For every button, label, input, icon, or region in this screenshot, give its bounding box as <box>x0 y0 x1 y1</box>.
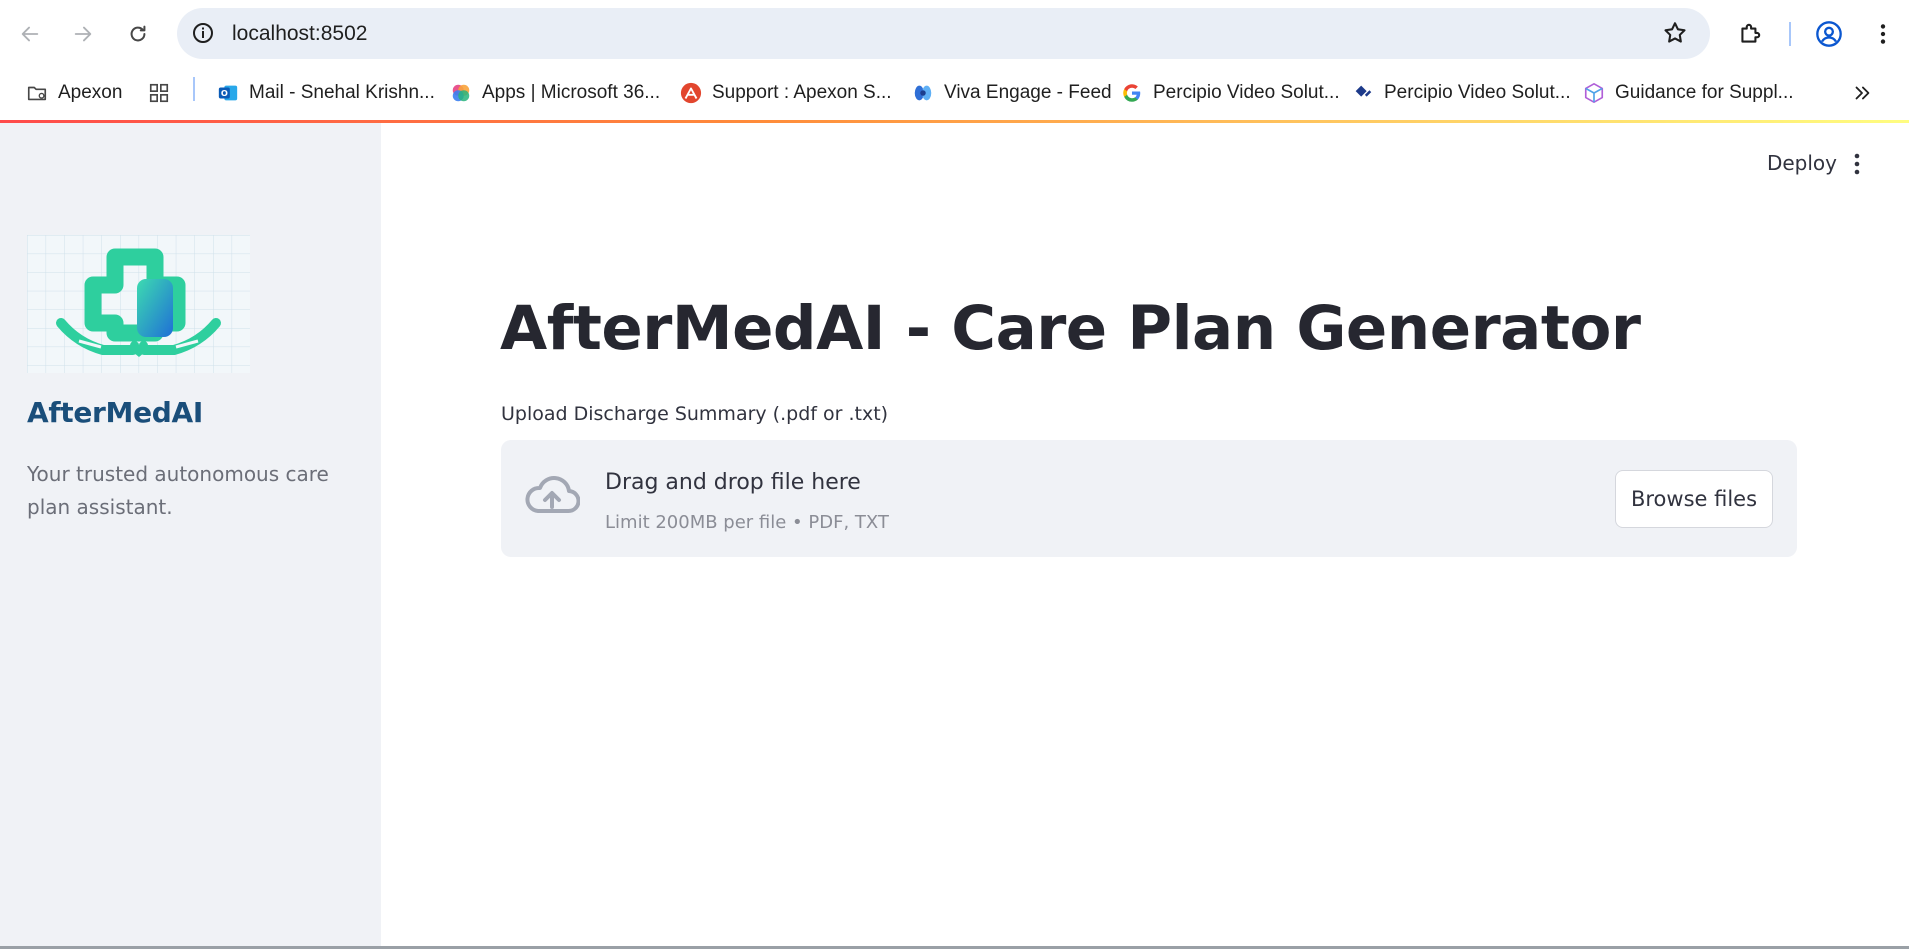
bookmark-label: Percipio Video Solut... <box>1384 82 1571 103</box>
svg-text:O: O <box>221 88 228 98</box>
cloud-upload-icon <box>525 476 580 513</box>
bookmark-label: Apexon <box>58 82 123 103</box>
support-icon <box>680 82 702 104</box>
apps-shortcut[interactable] <box>148 78 180 108</box>
app-tagline: Your trusted autonomous care plan assist… <box>27 462 329 519</box>
upload-label: Upload Discharge Summary (.pdf or .txt) <box>501 403 889 425</box>
back-button[interactable] <box>12 16 48 52</box>
bookmark-microsoft365[interactable]: Apps | Microsoft 36... <box>450 78 660 108</box>
bookmark-label: Mail - Snehal Krishn... <box>249 82 435 103</box>
toolbar-divider <box>1789 22 1791 46</box>
cube-icon <box>1583 82 1605 104</box>
double-chevron-right-icon <box>1851 82 1873 104</box>
bookmark-guidance[interactable]: Guidance for Suppl... <box>1583 78 1794 108</box>
bookmark-label: Percipio Video Solut... <box>1153 82 1340 103</box>
bookmark-percipio-2[interactable]: Percipio Video Solut... <box>1352 78 1571 108</box>
grid-icon <box>148 82 170 104</box>
dropzone-limit: Limit 200MB per file • PDF, TXT <box>605 512 889 533</box>
bookmark-mail[interactable]: O Mail - Snehal Krishn... <box>217 78 435 108</box>
url-text[interactable]: localhost:8502 <box>232 22 367 46</box>
bookmark-label: Apps | Microsoft 36... <box>482 82 661 103</box>
reload-icon <box>130 25 146 42</box>
google-icon <box>1121 82 1143 104</box>
bookmarks-bar: Apexon O Mail - Snehal Krishn... Apps | … <box>0 68 1909 120</box>
arrow-left-icon <box>21 26 39 42</box>
app-menu-icon[interactable] <box>1847 151 1867 177</box>
page-title: AfterMedAI - Care Plan Generator <box>500 293 1641 364</box>
percipio-icon <box>1352 82 1374 104</box>
browse-files-button[interactable]: Browse files <box>1615 470 1773 528</box>
bookmark-viva-engage[interactable]: Viva Engage - Feed <box>912 78 1112 108</box>
bookmark-apexon[interactable]: Apexon <box>26 78 122 108</box>
viva-engage-icon <box>912 82 934 104</box>
forward-button[interactable] <box>65 16 101 52</box>
more-bookmarks-button[interactable] <box>1851 78 1883 108</box>
browser-menu-button[interactable] <box>1867 18 1899 50</box>
dropzone-title: Drag and drop file here <box>605 470 861 495</box>
deploy-button[interactable]: Deploy <box>1767 151 1837 175</box>
bookmark-percipio-1[interactable]: Percipio Video Solut... <box>1121 78 1340 108</box>
profile-icon <box>1816 21 1842 47</box>
microsoft365-icon <box>450 82 472 104</box>
app-name: AfterMedAI <box>27 396 204 429</box>
arrow-right-icon <box>74 26 92 42</box>
main-content: Deploy AfterMedAI - Care Plan Generator … <box>381 123 1909 946</box>
bookmark-label: Support : Apexon S... <box>712 82 892 103</box>
outlook-icon: O <box>217 82 239 104</box>
file-dropzone[interactable]: Drag and drop file here Limit 200MB per … <box>501 440 1797 557</box>
sidebar: AfterMedAI Your trusted autonomous care … <box>0 123 381 946</box>
profile-button[interactable] <box>1813 18 1845 50</box>
puzzle-icon <box>1741 23 1761 43</box>
extensions-button[interactable] <box>1734 18 1766 50</box>
bookmark-label: Guidance for Suppl... <box>1615 82 1794 103</box>
reload-button[interactable] <box>120 16 156 52</box>
browser-toolbar: localhost:8502 <box>0 0 1909 68</box>
folder-icon <box>26 82 48 104</box>
bookmarks-divider <box>193 77 195 101</box>
aftermedai-logo <box>27 235 250 373</box>
address-bar[interactable]: localhost:8502 <box>177 8 1710 59</box>
bookmark-support[interactable]: Support : Apexon S... <box>680 78 892 108</box>
site-info-icon[interactable] <box>191 21 215 45</box>
bookmark-star-icon[interactable] <box>1662 20 1688 46</box>
kebab-menu-icon <box>1880 24 1886 44</box>
bookmark-label: Viva Engage - Feed <box>944 82 1112 103</box>
